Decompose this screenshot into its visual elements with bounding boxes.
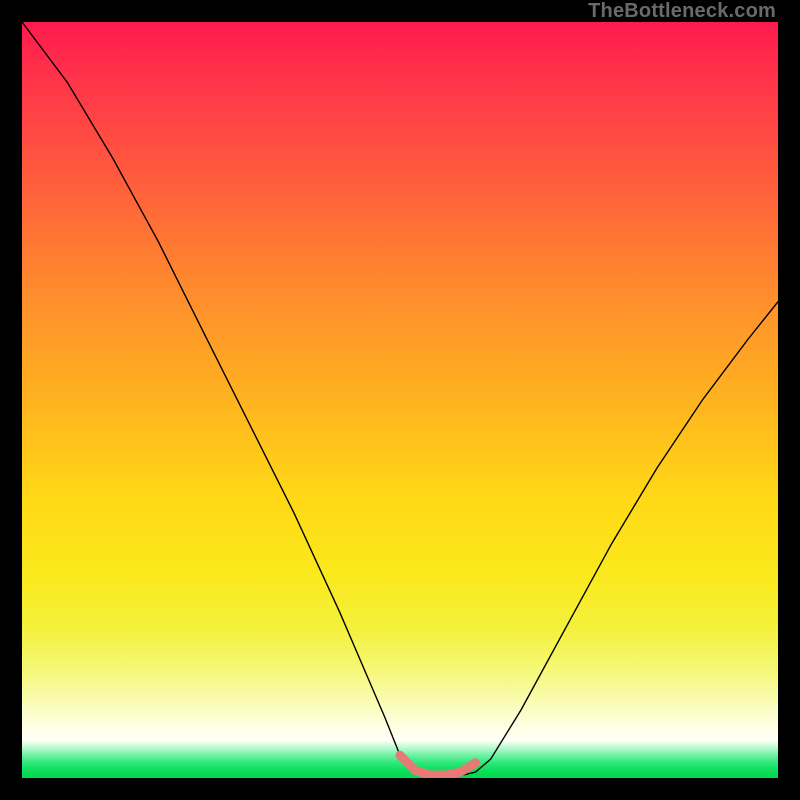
chart-plot-area: [22, 22, 778, 778]
bottleneck-curve: [22, 22, 778, 776]
chart-frame: TheBottleneck.com: [0, 0, 800, 800]
watermark-text: TheBottleneck.com: [588, 0, 776, 23]
chart-svg: [22, 22, 778, 778]
tolerance-band: [400, 755, 476, 775]
